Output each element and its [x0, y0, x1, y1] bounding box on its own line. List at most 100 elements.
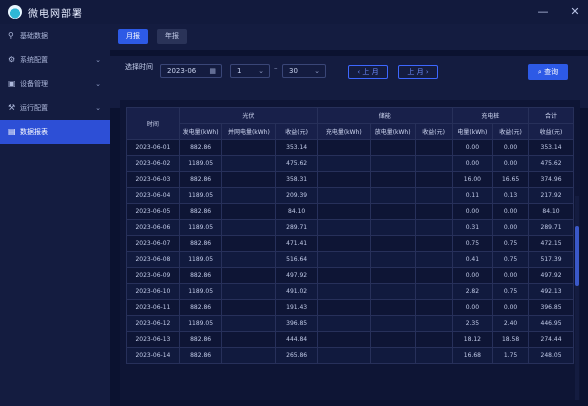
- day-from-value: 1: [237, 67, 242, 75]
- table-cell: 0.00: [492, 155, 530, 172]
- table-cell: 2023-06-07: [126, 235, 180, 252]
- link-icon: ⚲: [8, 31, 14, 40]
- table-cell: 882.86: [178, 171, 223, 188]
- calendar-icon: ▦: [209, 67, 216, 75]
- table-cell: [316, 267, 371, 284]
- minimize-icon[interactable]: —: [536, 5, 550, 19]
- table-cell: [369, 203, 416, 220]
- table-cell: [369, 155, 416, 172]
- month-value: 2023-06: [167, 67, 197, 75]
- sidebar-item-data-report[interactable]: ▤ 数据报表: [0, 120, 110, 144]
- col-header: 电量(kWh): [451, 123, 494, 140]
- table-cell: [221, 235, 277, 252]
- table-cell: 882.86: [178, 267, 223, 284]
- table-row: 2023-06-04 1189.05 209.39 0.11 0.13 217.92: [126, 187, 574, 204]
- table-cell: 492.13: [528, 283, 574, 300]
- report-icon: ▤: [8, 127, 16, 136]
- table-cell: 0.00: [492, 267, 530, 284]
- sidebar-item-label: 设备管理: [20, 80, 48, 88]
- table-cell: 0.00: [451, 267, 494, 284]
- table-cell: 374.96: [528, 171, 574, 188]
- table-cell: [369, 171, 416, 188]
- table-cell: 516.64: [275, 251, 318, 268]
- table-cell: [414, 155, 453, 172]
- close-icon[interactable]: ✕: [568, 5, 582, 19]
- report-table-panel: 时间 光伏 储能 充电桩 合计 发电量(kWh) 并网电量(kWh) 收益(元)…: [120, 100, 580, 400]
- next-month-button[interactable]: 上 月 ›: [398, 65, 438, 79]
- sidebar-item-label: 数据报表: [20, 128, 48, 136]
- table-cell: [316, 315, 371, 332]
- prev-month-button[interactable]: ‹ 上 月: [348, 65, 388, 79]
- table-cell: 18.58: [492, 331, 530, 348]
- table-cell: 16.00: [451, 171, 494, 188]
- table-cell: 0.31: [451, 219, 494, 236]
- sidebar-item-device-management[interactable]: ▣ 设备管理 ⌄: [0, 72, 110, 96]
- table-cell: 1189.05: [178, 219, 223, 236]
- table-cell: 1189.05: [178, 283, 223, 300]
- table-cell: [221, 187, 277, 204]
- table-cell: [221, 315, 277, 332]
- table-cell: 16.65: [492, 171, 530, 188]
- scrollbar-thumb[interactable]: [575, 226, 579, 286]
- table-cell: [316, 283, 371, 300]
- table-cell: 0.00: [451, 139, 494, 156]
- table-cell: [369, 315, 416, 332]
- table-cell: 2023-06-02: [126, 155, 180, 172]
- table-cell: 882.86: [178, 139, 223, 156]
- sidebar-item-basic-data[interactable]: ⚲ 基础数据: [0, 24, 110, 48]
- tab-yearly-report[interactable]: 年报: [157, 29, 187, 44]
- table-cell: [316, 171, 371, 188]
- sidebar-item-run-config[interactable]: ⚒ 运行配置 ⌄: [0, 96, 110, 120]
- table-row: 2023-06-11 882.86 191.43 0.00 0.00 396.85: [126, 299, 574, 316]
- group-header-storage: 储能: [316, 107, 453, 124]
- table-cell: [369, 235, 416, 252]
- table-cell: 882.86: [178, 235, 223, 252]
- table-cell: [414, 187, 453, 204]
- table-cell: 472.15: [528, 235, 574, 252]
- table-cell: 882.86: [178, 203, 223, 220]
- table-cell: 2.82: [451, 283, 494, 300]
- sidebar-item-label: 运行配置: [20, 104, 48, 112]
- table-row: 2023-06-06 1189.05 289.71 0.31 0.00 289.71: [126, 219, 574, 236]
- table-cell: [316, 235, 371, 252]
- month-picker[interactable]: 2023-06 ▦: [160, 64, 222, 78]
- table-cell: 0.00: [492, 139, 530, 156]
- table-row: 2023-06-12 1189.05 396.85 2.35 2.40 446.95: [126, 315, 574, 332]
- table-cell: 2023-06-05: [126, 203, 180, 220]
- table-row: 2023-06-13 882.86 444.84 18.12 18.58 274.44: [126, 331, 574, 348]
- table-cell: 2.35: [451, 315, 494, 332]
- table-cell: [369, 187, 416, 204]
- table-cell: 265.86: [275, 347, 318, 364]
- table-cell: [221, 299, 277, 316]
- day-from-select[interactable]: 1 ⌄: [230, 64, 270, 78]
- tab-monthly-report[interactable]: 月报: [118, 29, 148, 44]
- table-cell: [369, 139, 416, 156]
- table-cell: [316, 203, 371, 220]
- table-cell: [316, 139, 371, 156]
- table-cell: 191.43: [275, 299, 318, 316]
- table-cell: 2023-06-04: [126, 187, 180, 204]
- table-cell: 0.75: [492, 235, 530, 252]
- query-button[interactable]: ⌕ 查询: [528, 64, 568, 80]
- day-to-select[interactable]: 30 ⌄: [282, 64, 326, 78]
- table-cell: 2023-06-11: [126, 299, 180, 316]
- table-row: 2023-06-07 882.86 471.41 0.75 0.75 472.15: [126, 235, 574, 252]
- table-cell: [221, 139, 277, 156]
- table-cell: [414, 251, 453, 268]
- table-cell: 1189.05: [178, 315, 223, 332]
- table-cell: 517.39: [528, 251, 574, 268]
- table-cell: 2023-06-10: [126, 283, 180, 300]
- table-cell: [369, 283, 416, 300]
- table-cell: 882.86: [178, 331, 223, 348]
- table-cell: 0.00: [492, 203, 530, 220]
- table-cell: 18.12: [451, 331, 494, 348]
- sidebar-item-system-config[interactable]: ⚙ 系统配置 ⌄: [0, 48, 110, 72]
- time-filter-label: 选择时间: [125, 63, 153, 71]
- table-cell: 0.13: [492, 187, 530, 204]
- table-row: 2023-06-08 1189.05 516.64 0.41 0.75 517.39: [126, 251, 574, 268]
- table-cell: 1189.05: [178, 155, 223, 172]
- table-row: 2023-06-01 882.86 353.14 0.00 0.00 353.14: [126, 139, 574, 156]
- table-cell: 2.40: [492, 315, 530, 332]
- table-cell: [221, 267, 277, 284]
- table-cell: [414, 267, 453, 284]
